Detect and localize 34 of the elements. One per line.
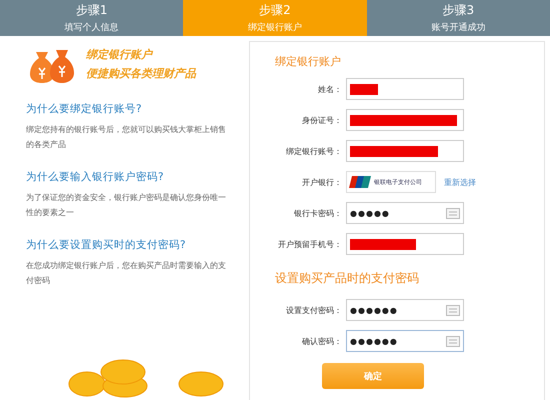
confirm-button[interactable]: 确定 [322,363,424,389]
field-label: 开户银行： [301,176,342,188]
section-title: 绑定银行账户 [275,54,342,69]
input-field[interactable] [346,233,464,255]
password-field[interactable]: ●●●●● [346,202,464,224]
faq-answer: 绑定您持有的银行账号后，您就可以购买钱大掌柜上销售的各类产品 [26,124,226,151]
field-label: 身份证号： [301,114,342,126]
faq-question: 为什么要输入银行账户密码? [26,170,165,184]
step-tab[interactable]: 步骤2 绑定银行账户 [183,0,367,36]
password-value: ●●●●●● [350,336,398,346]
field-label: 绑定银行账号： [285,146,342,156]
faq-question: 为什么要绑定银行账号? [26,102,143,116]
field-label: 开户预留手机号： [277,238,342,250]
faq-answer: 为了保证您的资金安全，银行账户密码是确认您身份唯一性的要素之一 [26,192,226,219]
password-value: ●●●●●● [350,306,398,314]
input-field[interactable] [346,78,464,100]
password-field[interactable]: ●●●●●● [346,299,464,321]
faq-question: 为什么要设置购买时的支付密码? [26,238,187,252]
field-label: 设置支付密码： [285,304,342,316]
password-value: ●●●●● [350,208,390,218]
faq-answer: 在您成功绑定银行账户后，您在购买产品时需要输入的支付密码 [26,260,226,287]
promo-text: 绑定银行账户 [86,47,154,63]
password-field[interactable]: ●●●●●● [346,330,464,352]
change-link[interactable]: 重新选择 [444,176,476,188]
promo-text: 便捷购买各类理财产品 [86,66,196,82]
field-label: 姓名： [317,84,342,94]
step-tab[interactable]: 步骤3 账号开通成功 [366,0,550,36]
section-title: 设置购买产品时的支付密码 [275,270,420,287]
field-label: 银行卡密码： [293,208,342,218]
field-label: 确认密码： [301,336,342,346]
input-field[interactable] [346,140,464,162]
card-logo-icon [349,175,371,189]
input-field[interactable] [346,109,464,131]
step-tab[interactable]: 步骤1 填写个人信息 [0,0,184,36]
